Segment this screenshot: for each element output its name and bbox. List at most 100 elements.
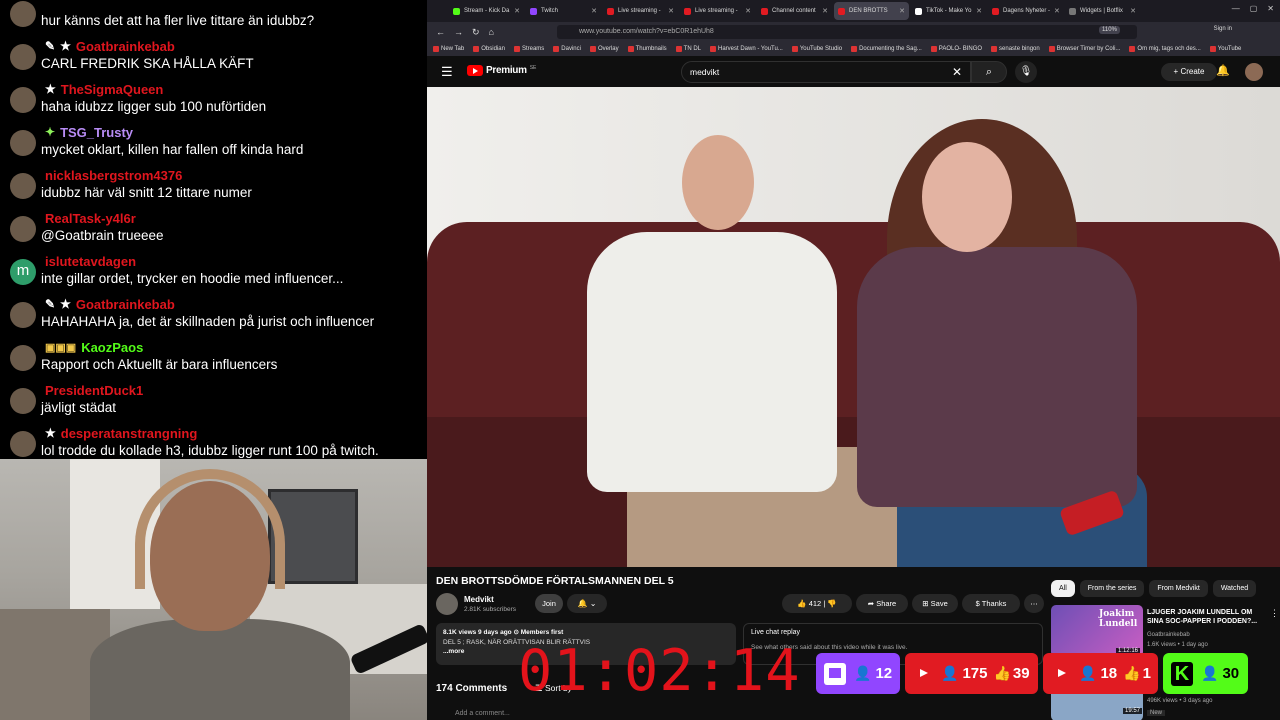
- bookmark-item[interactable]: senaste bingon: [991, 46, 1040, 52]
- chat-username[interactable]: islutetavdagen: [45, 254, 136, 269]
- add-comment-input[interactable]: Add a comment...: [455, 710, 510, 717]
- search-button[interactable]: ⌕: [971, 61, 1007, 83]
- chat-avatar[interactable]: [10, 87, 36, 113]
- bookmark-item[interactable]: New Tab: [433, 46, 464, 52]
- chat-username[interactable]: KaozPaos: [81, 340, 143, 355]
- chat-badge-icon: ▣▣▣: [45, 341, 77, 354]
- browser-tab[interactable]: Channel content ✕: [757, 2, 832, 20]
- bookmark-item[interactable]: Obsidian: [473, 46, 505, 52]
- chat-username[interactable]: PresidentDuck1: [45, 383, 143, 398]
- create-button[interactable]: + Create: [1161, 63, 1217, 81]
- chat-avatar[interactable]: [10, 44, 36, 70]
- tab-close-icon[interactable]: ✕: [976, 7, 982, 15]
- address-bar[interactable]: www.youtube.com/watch?v=ebC0R1ehUh8: [557, 25, 1137, 39]
- related-title[interactable]: LJUGER JOAKIM LUNDELL OM SINA SOC-PAPPER…: [1147, 608, 1269, 626]
- browser-tab[interactable]: Live streaming - ✕: [680, 2, 755, 20]
- filter-chip[interactable]: Watched: [1212, 580, 1257, 597]
- notifications-icon[interactable]: 🔔: [1216, 64, 1230, 77]
- more-actions-icon[interactable]: ⋯: [1024, 594, 1044, 613]
- tab-close-icon[interactable]: ✕: [1130, 7, 1136, 15]
- yt1-like-count: 39: [1012, 665, 1030, 682]
- chat-avatar[interactable]: [10, 345, 36, 371]
- bookmarks-bar: New Tab Obsidian Streams Davinci Overlay Thum…: [427, 42, 1280, 56]
- subscribe-bell-button[interactable]: 🔔 ⌄: [567, 594, 607, 613]
- tab-close-icon[interactable]: ✕: [899, 7, 905, 15]
- voice-search-icon[interactable]: 🎙: [1015, 61, 1037, 83]
- youtube-logo[interactable]: Premium SE: [467, 65, 536, 76]
- join-button[interactable]: Join: [535, 594, 563, 613]
- menu-icon[interactable]: ☰: [441, 64, 453, 80]
- chat-avatar[interactable]: [10, 388, 36, 414]
- man-head: [682, 135, 754, 230]
- channel-name[interactable]: Medvikt: [464, 595, 494, 604]
- chat-username[interactable]: desperatanstrangning: [61, 426, 198, 441]
- zoom-level[interactable]: 110%: [1099, 26, 1120, 34]
- bookmark-item[interactable]: Overlay: [589, 46, 619, 52]
- bookmark-item[interactable]: Davinci: [553, 46, 581, 52]
- browser-tab[interactable]: Widgets | Botflix ✕: [1065, 2, 1140, 20]
- home-icon[interactable]: ⌂: [489, 27, 494, 37]
- account-avatar[interactable]: [1245, 63, 1263, 81]
- bookmark-label: Browser Timer by Coli...: [1056, 46, 1121, 52]
- chat-username[interactable]: TSG_Trusty: [60, 125, 133, 140]
- browser-tab[interactable]: Stream - Kick Da ✕: [449, 2, 524, 20]
- browser-tab[interactable]: Live streaming - ✕: [603, 2, 678, 20]
- tab-close-icon[interactable]: ✕: [745, 7, 751, 15]
- tab-close-icon[interactable]: ✕: [514, 7, 520, 15]
- channel-avatar[interactable]: [436, 593, 458, 615]
- like-button[interactable]: 👍 412 | 👎: [782, 594, 852, 613]
- bookmark-item[interactable]: Om mig, tags och des...: [1129, 46, 1201, 52]
- related-thumbnail[interactable]: Joakim Lundell 1:12:16: [1051, 605, 1143, 657]
- reload-icon[interactable]: ↻: [472, 27, 480, 38]
- bookmark-item[interactable]: Documenting the Sag...: [851, 46, 922, 52]
- save-button[interactable]: ⊞ Save: [912, 594, 958, 613]
- filter-chip[interactable]: All: [1051, 580, 1075, 597]
- related-menu-icon[interactable]: ⋮: [1270, 608, 1279, 619]
- chat-avatar[interactable]: [10, 216, 36, 242]
- video-player[interactable]: [427, 87, 1280, 567]
- bookmark-item[interactable]: YouTube Studio: [791, 46, 842, 52]
- bookmark-item[interactable]: PAOLO- BINGO: [930, 46, 982, 52]
- chat-avatar[interactable]: [10, 173, 36, 199]
- clear-search-icon[interactable]: ✕: [952, 62, 962, 82]
- bookmark-item[interactable]: TN DL: [675, 46, 701, 52]
- tab-close-icon[interactable]: ✕: [668, 7, 674, 15]
- chat-username[interactable]: nicklasbergstrom4376: [45, 168, 182, 183]
- bookmark-item[interactable]: Streams: [513, 46, 544, 52]
- tab-close-icon[interactable]: ✕: [822, 7, 828, 15]
- browser-tab[interactable]: Dagens Nyheter - ✕: [988, 2, 1063, 20]
- chat-username[interactable]: Goatbrainkebab: [76, 297, 175, 312]
- bookmark-item[interactable]: Thumbnails: [627, 46, 667, 52]
- like-count: 412: [808, 599, 822, 608]
- back-icon[interactable]: ←: [436, 27, 445, 37]
- related-channel[interactable]: Goatbrainkebab: [1147, 632, 1190, 638]
- search-input[interactable]: medvikt ✕: [681, 61, 971, 83]
- chat-avatar[interactable]: [10, 130, 36, 156]
- chat-username[interactable]: RealTask-y4l6r: [45, 211, 136, 226]
- bookmark-item[interactable]: Harvest Dawn - YouTu...: [710, 46, 783, 52]
- sign-in-button[interactable]: Sign in: [1214, 26, 1232, 32]
- share-button[interactable]: ➦ Share: [856, 594, 908, 613]
- thanks-button[interactable]: $ Thanks: [962, 594, 1020, 613]
- chat-avatar[interactable]: [10, 431, 36, 457]
- browser-tab[interactable]: TikTok - Make Yo ✕: [911, 2, 986, 20]
- bookmark-item[interactable]: YouTube: [1209, 46, 1241, 52]
- chat-username[interactable]: Goatbrainkebab: [76, 39, 175, 54]
- filter-chip[interactable]: From Medvikt: [1149, 580, 1208, 597]
- minimize-icon[interactable]: —: [1232, 4, 1240, 13]
- tab-close-icon[interactable]: ✕: [1054, 7, 1060, 15]
- maximize-icon[interactable]: ▢: [1250, 4, 1258, 13]
- filter-chip[interactable]: From the series: [1079, 580, 1145, 597]
- browser-tab[interactable]: DEN BROTTS ✕: [834, 2, 909, 20]
- tab-close-icon[interactable]: ✕: [591, 7, 597, 15]
- chat-avatar[interactable]: m: [10, 259, 36, 285]
- video-duration-2: 19:57: [1123, 708, 1143, 714]
- chat-avatar[interactable]: [10, 302, 36, 328]
- browser-tab[interactable]: Twitch ✕: [526, 2, 601, 20]
- chat-message: hur känns det att ha fler live tittare ä…: [0, 0, 427, 33]
- chat-avatar[interactable]: [10, 1, 36, 27]
- close-icon[interactable]: ✕: [1267, 4, 1274, 13]
- forward-icon[interactable]: →: [454, 27, 463, 37]
- chat-username[interactable]: TheSigmaQueen: [61, 82, 164, 97]
- bookmark-item[interactable]: Browser Timer by Coli...: [1048, 46, 1121, 52]
